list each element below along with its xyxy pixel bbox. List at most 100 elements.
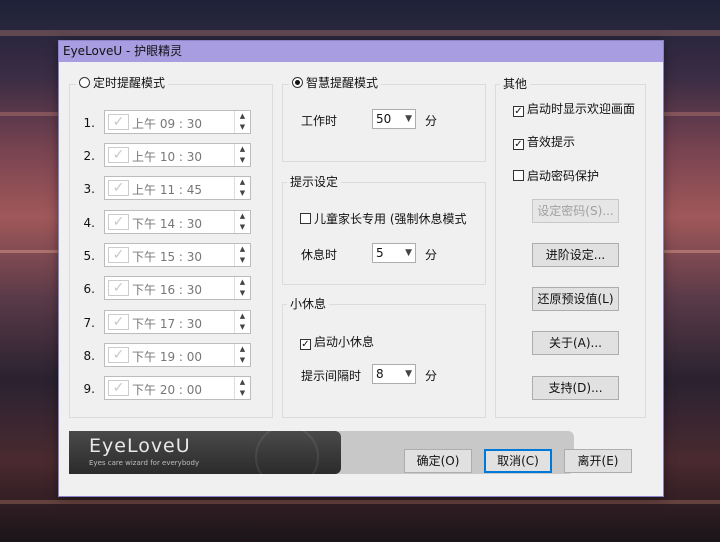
time-picker-3[interactable]: ✓ 上午 11 : 45 ▲▼ bbox=[104, 176, 251, 200]
smart-mode-label: 智慧提醒模式 bbox=[306, 76, 378, 90]
spin-down-icon[interactable]: ▼ bbox=[235, 222, 250, 233]
password-checkbox[interactable]: 启动密码保护 bbox=[513, 167, 599, 184]
time-spinner[interactable]: ▲▼ bbox=[234, 344, 250, 366]
time-enable-checkbox[interactable]: ✓ bbox=[108, 280, 129, 296]
time-picker-7[interactable]: ✓ 下午 17 : 30 ▲▼ bbox=[104, 310, 251, 334]
spin-down-icon[interactable]: ▼ bbox=[235, 255, 250, 266]
spin-up-icon[interactable]: ▲ bbox=[235, 377, 250, 388]
banner-dark-panel: EyeLoveU Eyes care wizard for everybody bbox=[69, 431, 341, 474]
chevron-down-icon: ▼ bbox=[405, 244, 412, 262]
checkbox-box[interactable] bbox=[513, 170, 524, 181]
reminder-settings-title: 提示设定 bbox=[287, 175, 341, 189]
chevron-down-icon: ▼ bbox=[405, 365, 412, 383]
checkbox-box[interactable]: ✓ bbox=[300, 339, 311, 350]
time-picker-8[interactable]: ✓ 下午 19 : 00 ▲▼ bbox=[104, 343, 251, 367]
other-group: 其他 ✓启动时显示欢迎画面 ✓音效提示 启动密码保护 设定密码(S)... 进阶… bbox=[495, 84, 646, 418]
spin-up-icon[interactable]: ▲ bbox=[235, 177, 250, 188]
mini-break-group: 小休息 ✓启动小休息 提示间隔时 8▼ 分 bbox=[282, 304, 486, 418]
time-value: 上午 10 : 30 bbox=[132, 148, 202, 165]
timer-mode-radio[interactable]: 定时提醒模式 bbox=[76, 76, 168, 90]
time-enable-checkbox[interactable]: ✓ bbox=[108, 147, 129, 163]
time-enable-checkbox[interactable]: ✓ bbox=[108, 180, 129, 196]
spin-down-icon[interactable]: ▼ bbox=[235, 355, 250, 366]
time-spinner[interactable]: ▲▼ bbox=[234, 244, 250, 266]
time-spinner[interactable]: ▲▼ bbox=[234, 144, 250, 166]
welcome-label: 启动时显示欢迎画面 bbox=[527, 102, 635, 116]
spin-up-icon[interactable]: ▲ bbox=[235, 311, 250, 322]
spin-up-icon[interactable]: ▲ bbox=[235, 277, 250, 288]
brand-tagline: Eyes care wizard for everybody bbox=[89, 459, 199, 467]
time-spinner[interactable]: ▲▼ bbox=[234, 177, 250, 199]
sound-checkbox[interactable]: ✓音效提示 bbox=[513, 133, 575, 150]
time-spinner[interactable]: ▲▼ bbox=[234, 211, 250, 233]
time-enable-checkbox[interactable]: ✓ bbox=[108, 347, 129, 363]
work-time-label: 工作时 bbox=[301, 112, 337, 129]
mascot-face-icon bbox=[255, 425, 319, 489]
time-picker-2[interactable]: ✓ 上午 10 : 30 ▲▼ bbox=[104, 143, 251, 167]
time-enable-checkbox[interactable]: ✓ bbox=[108, 114, 129, 130]
time-picker-4[interactable]: ✓ 下午 14 : 30 ▲▼ bbox=[104, 210, 251, 234]
time-spinner[interactable]: ▲▼ bbox=[234, 377, 250, 399]
time-spinner[interactable]: ▲▼ bbox=[234, 311, 250, 333]
spin-down-icon[interactable]: ▼ bbox=[235, 388, 250, 399]
cancel-button[interactable]: 取消(C) bbox=[484, 449, 552, 473]
reminder-settings-group: 提示设定 儿童家长专用 (强制休息模式 休息时 5▼ 分 bbox=[282, 182, 486, 285]
time-picker-5[interactable]: ✓ 下午 15 : 30 ▲▼ bbox=[104, 243, 251, 267]
mini-break-checkbox[interactable]: ✓启动小休息 bbox=[300, 333, 374, 350]
interval-label: 提示间隔时 bbox=[301, 367, 361, 384]
time-enable-checkbox[interactable]: ✓ bbox=[108, 314, 129, 330]
checkbox-box[interactable]: ✓ bbox=[513, 106, 524, 117]
advanced-settings-button[interactable]: 进阶设定... bbox=[532, 243, 619, 267]
spin-down-icon[interactable]: ▼ bbox=[235, 188, 250, 199]
rest-time-select[interactable]: 5▼ bbox=[372, 243, 416, 263]
smart-mode-radio[interactable]: 智慧提醒模式 bbox=[289, 76, 381, 90]
checkbox-box[interactable]: ✓ bbox=[513, 139, 524, 150]
ok-button[interactable]: 确定(O) bbox=[404, 449, 472, 473]
spin-down-icon[interactable]: ▼ bbox=[235, 122, 250, 133]
spin-up-icon[interactable]: ▲ bbox=[235, 211, 250, 222]
smart-mode-group: 智慧提醒模式 工作时 50▼ 分 bbox=[282, 84, 486, 162]
spin-up-icon[interactable]: ▲ bbox=[235, 144, 250, 155]
other-title: 其他 bbox=[500, 77, 530, 91]
time-value: 下午 14 : 30 bbox=[132, 215, 202, 232]
set-password-button[interactable]: 设定密码(S)... bbox=[532, 199, 619, 223]
smart-mode-radio-icon[interactable] bbox=[292, 77, 303, 88]
time-row-num: 9. bbox=[75, 382, 95, 396]
spin-up-icon[interactable]: ▲ bbox=[235, 344, 250, 355]
time-value: 下午 19 : 00 bbox=[132, 348, 202, 365]
about-button[interactable]: 关于(A)... bbox=[532, 331, 619, 355]
time-spinner[interactable]: ▲▼ bbox=[234, 111, 250, 133]
spin-up-icon[interactable]: ▲ bbox=[235, 244, 250, 255]
time-enable-checkbox[interactable]: ✓ bbox=[108, 247, 129, 263]
time-picker-6[interactable]: ✓ 下午 16 : 30 ▲▼ bbox=[104, 276, 251, 300]
time-row-num: 8. bbox=[75, 349, 95, 363]
checkbox-box[interactable] bbox=[300, 213, 311, 224]
spin-down-icon[interactable]: ▼ bbox=[235, 288, 250, 299]
welcome-checkbox[interactable]: ✓启动时显示欢迎画面 bbox=[513, 100, 645, 117]
time-row-num: 4. bbox=[75, 216, 95, 230]
time-picker-1[interactable]: ✓ 上午 09 : 30 ▲▼ bbox=[104, 110, 251, 134]
timer-mode-radio-icon[interactable] bbox=[79, 77, 90, 88]
time-spinner[interactable]: ▲▼ bbox=[234, 277, 250, 299]
rest-time-unit: 分 bbox=[425, 246, 437, 263]
time-enable-checkbox[interactable]: ✓ bbox=[108, 214, 129, 230]
time-row-num: 1. bbox=[75, 116, 95, 130]
spin-up-icon[interactable]: ▲ bbox=[235, 111, 250, 122]
exit-button[interactable]: 离开(E) bbox=[564, 449, 632, 473]
restore-defaults-button[interactable]: 还原预设值(L) bbox=[532, 287, 619, 311]
time-picker-9[interactable]: ✓ 下午 20 : 00 ▲▼ bbox=[104, 376, 251, 400]
time-row-num: 6. bbox=[75, 282, 95, 296]
time-value: 下午 20 : 00 bbox=[132, 381, 202, 398]
spin-down-icon[interactable]: ▼ bbox=[235, 155, 250, 166]
work-time-value: 50 bbox=[376, 112, 391, 126]
parent-mode-checkbox[interactable]: 儿童家长专用 (强制休息模式 bbox=[300, 210, 484, 227]
support-button[interactable]: 支持(D)... bbox=[532, 376, 619, 400]
rest-time-label: 休息时 bbox=[301, 246, 337, 263]
timer-mode-label: 定时提醒模式 bbox=[93, 76, 165, 90]
spin-down-icon[interactable]: ▼ bbox=[235, 322, 250, 333]
interval-select[interactable]: 8▼ bbox=[372, 364, 416, 384]
time-enable-checkbox[interactable]: ✓ bbox=[108, 380, 129, 396]
work-time-select[interactable]: 50▼ bbox=[372, 109, 416, 129]
time-row-num: 5. bbox=[75, 249, 95, 263]
rest-time-value: 5 bbox=[376, 246, 384, 260]
